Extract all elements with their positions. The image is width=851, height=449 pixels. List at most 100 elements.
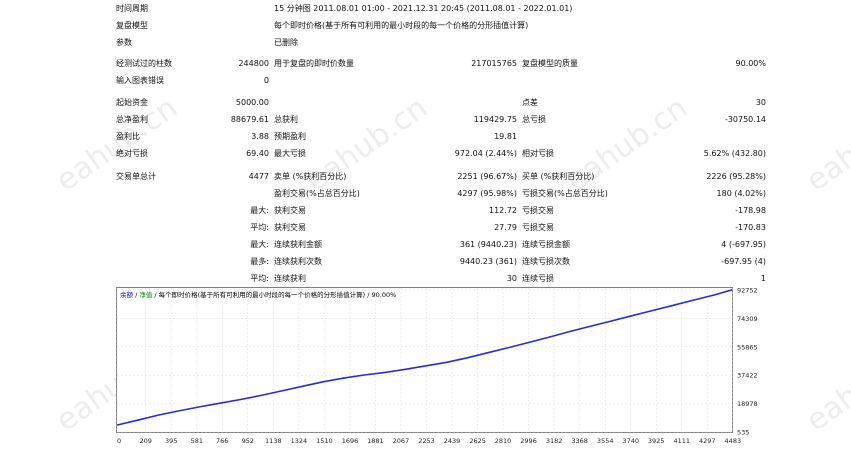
largest-profit-label: 获利交易 [274,206,306,215]
max-drawdown-value: 972.04 (2.44%) [454,149,517,158]
bars-label: 经测试过的柱数 [116,59,172,68]
watermark: eahub.cn [800,330,851,439]
x-tick-label: 952 [242,437,254,445]
net-profit-value: 88679.61 [230,115,269,124]
y-tick-label: 92752 [737,287,758,294]
largest-loss-value: -178.98 [735,206,766,215]
largest-label: 最大: [250,206,269,215]
chart-header-equity: 净值 [139,290,153,299]
x-tick-label: 3925 [648,437,665,445]
average-loss-label: 亏损交易 [522,223,554,232]
total-trades-value: 4477 [248,172,269,181]
maximal-profit-label: 连续获利次数 [274,257,322,266]
max-drawdown-label: 最大亏损 [274,149,306,158]
max-consecutive-wins-label: 连续获利金额 [274,240,322,249]
x-tick-label: 2996 [520,437,537,445]
x-tick-label: 1510 [316,437,333,445]
plot-frame [116,287,733,433]
spread-value: 30 [755,98,766,107]
profit-factor-value: 3.88 [251,132,269,141]
average-consecutive-losses-value: 1 [760,274,766,283]
model-value: 每个即时价格(基于所有可利用的最小时段的每一个价格的分形插值计算) [274,21,529,30]
balance-chart: 余额 / 净值 / 每个即时价格(基于所有可利用的最小时段的每一个价格的分形插值… [116,286,766,447]
x-tick-label: 2810 [495,437,512,445]
quality-label: 复盘模型的质量 [522,59,578,68]
ticks-label: 用于复盘的即时价数量 [274,59,354,68]
average-consecutive-wins-label: 连续获利 [274,274,306,283]
y-tick-label: 55865 [737,343,758,351]
errors-value: 0 [263,76,269,85]
x-axis: 0 209 395 581 766 952 1138 1324 1510 1696 1881 2067… [117,437,741,445]
profit-trades-label: 盈利交易(%占总百分比) [274,189,360,198]
average-profit-value: 27.79 [494,223,517,232]
balance-chart-svg: 余额 / 净值 / 每个即时价格(基于所有可利用的最小时段的每一个价格的分形插值… [116,286,758,445]
x-tick-label: 395 [165,437,177,445]
watermark: eahub.cn [300,90,434,199]
average-label: 平均: [250,223,269,232]
x-tick-label: 209 [139,437,151,445]
x-tick-label: 581 [191,437,203,445]
x-tick-label: 3554 [597,437,614,445]
max-consecutive-losses-value: 4 (-697.95) [721,240,766,249]
period-value: 15 分钟图 2011.08.01 01:00 - 2021.12.31 20:… [274,4,573,13]
x-tick-label: 4111 [673,437,690,445]
profit-trades-value: 4297 (95.98%) [457,189,517,198]
average-consecutive-losses-label: 连续亏损 [522,274,554,283]
average-consecutive-wins-value: 30 [506,274,517,283]
max-consecutive-label: 最大: [250,240,269,249]
y-axis: 92752 74309 55865 37422 18978 535 [737,286,758,436]
max-consecutive-losses-label: 连续亏损金额 [522,240,570,249]
loss-trades-label: 亏损交易(%占总百分比) [522,189,608,198]
x-tick-label: 1696 [342,437,359,445]
x-tick-label: 2067 [393,437,410,445]
total-trades-label: 交易单总计 [116,172,156,181]
x-tick-label: 2439 [444,437,461,445]
chart-header: 余额 / 净值 / 每个即时价格(基于所有可利用的最小时段的每一个价格的分形插值… [120,290,396,299]
y-tick-label: 18978 [737,400,758,408]
average-loss-value: -170.83 [735,223,766,232]
x-tick-label: 1324 [291,437,308,445]
average-consecutive-label: 平均: [250,274,269,283]
loss-trades-value: 180 (4.02%) [716,189,766,198]
largest-profit-value: 112.72 [489,206,517,215]
quality-value: 90.00% [735,59,766,68]
absolute-drawdown-value: 69.40 [246,149,269,158]
gross-profit-value: 119429.75 [473,115,517,124]
relative-drawdown-value: 5.62% (432.80) [703,149,766,158]
maximal-loss-label: 连续亏损次数 [522,257,570,266]
x-tick-label: 4483 [725,437,742,445]
x-tick-label: 3368 [571,437,588,445]
gross-profit-label: 总获利 [274,115,298,124]
x-tick-label: 2625 [469,437,486,445]
watermark: eahub.cn [800,90,851,199]
deposit-value: 5000.00 [235,98,269,107]
absolute-drawdown-label: 绝对亏损 [116,149,148,158]
gross-loss-label: 总亏损 [522,115,546,124]
params-label: 参数 [116,38,132,47]
y-tick-label: 74309 [737,315,758,323]
chart-header-balance: 余额 [120,290,134,299]
largest-loss-label: 亏损交易 [522,206,554,215]
short-positions-label: 卖单 (%获利百分比) [274,172,347,181]
errors-label: 输入图表错误 [116,76,164,85]
bars-value: 244800 [238,59,269,68]
average-profit-label: 获利交易 [274,223,306,232]
model-label: 复盘模型 [116,21,148,30]
y-tick-label: 37422 [737,372,758,380]
x-tick-label: 1881 [367,437,384,445]
x-tick-label: 3182 [546,437,563,445]
profit-factor-label: 盈利比 [116,132,140,141]
x-tick-label: 4297 [699,437,716,445]
max-consecutive-wins-value: 361 (9440.23) [459,240,517,249]
gross-loss-value: -30750.14 [724,115,766,124]
spread-label: 点差 [522,98,538,107]
expected-payoff-value: 19.81 [494,132,517,141]
ticks-value: 217015765 [471,59,517,68]
x-tick-label: 0 [117,437,121,445]
watermark: eahub.cn [560,90,694,199]
long-positions-value: 2226 (95.28%) [706,172,766,181]
maximal-profit-value: 9440.23 (361) [459,257,517,266]
net-profit-label: 总净盈利 [116,115,148,124]
deposit-label: 起始资金 [116,98,148,107]
chart-header-rest: / 每个即时价格(基于所有可利用的最小时段的每一个价格的分形插值计算) / 90… [152,290,396,299]
